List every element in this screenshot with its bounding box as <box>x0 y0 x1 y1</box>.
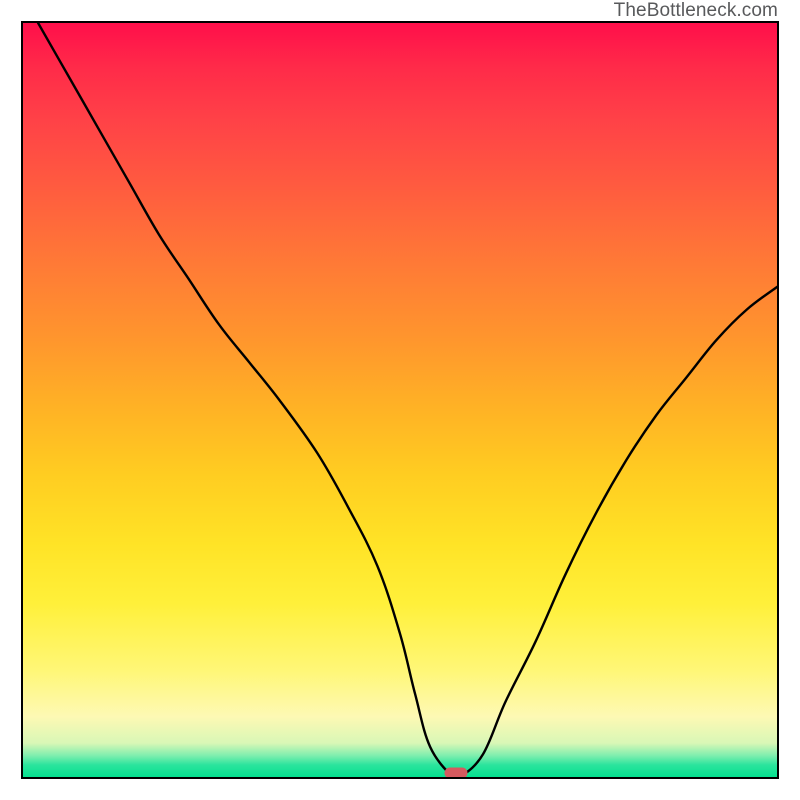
curve-layer <box>23 23 777 777</box>
watermark-text: TheBottleneck.com <box>614 0 778 21</box>
chart-container: TheBottleneck.com <box>0 0 800 800</box>
bottleneck-curve <box>38 23 777 777</box>
plot-area <box>21 21 779 779</box>
minimum-marker <box>444 768 467 779</box>
